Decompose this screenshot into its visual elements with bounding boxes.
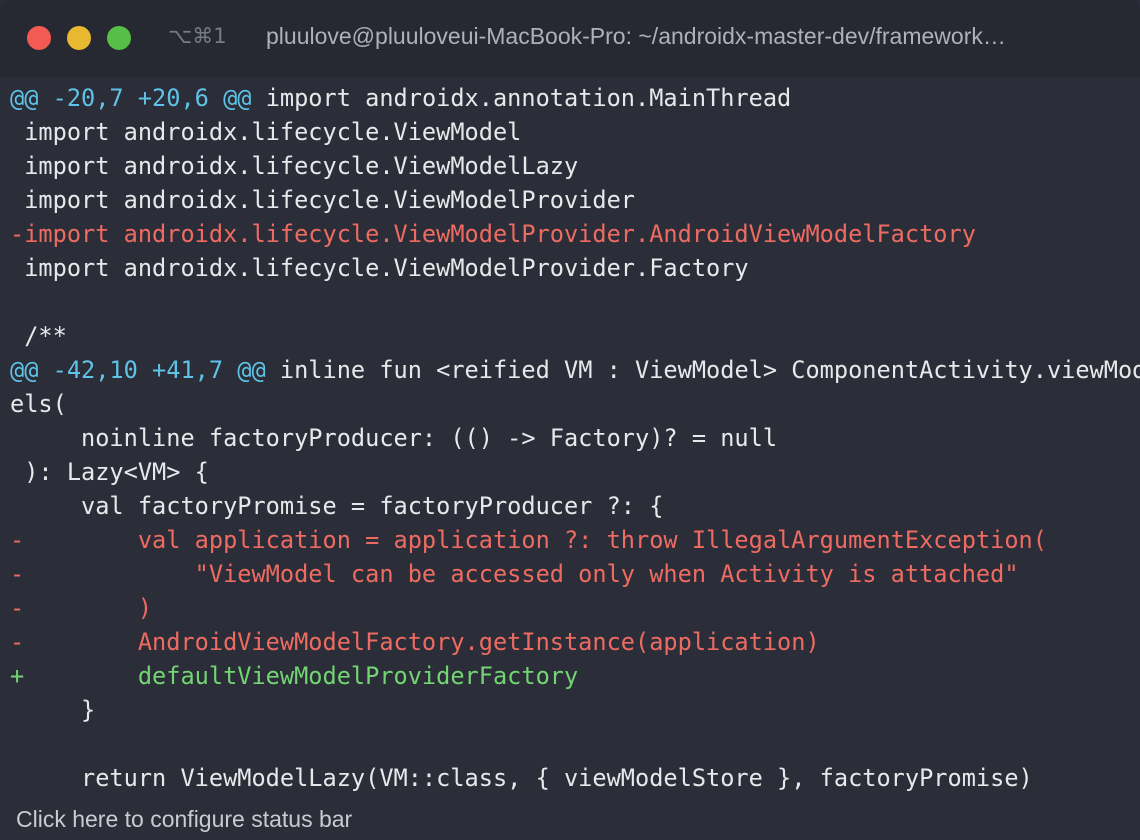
diff-line-context: val factoryPromise = factoryProducer ?: …	[0, 489, 1140, 523]
diff-hunk-header: @@ -20,7 +20,6 @@ import androidx.annota…	[0, 81, 1140, 115]
diff-line-context: ): Lazy<VM> {	[0, 455, 1140, 489]
diff-line-removed: -import androidx.lifecycle.ViewModelProv…	[0, 217, 1140, 251]
diff-line-context	[0, 727, 1140, 761]
diff-line-context: import androidx.lifecycle.ViewModelProvi…	[0, 183, 1140, 217]
diff-line-removed: - val application = application ?: throw…	[0, 523, 1140, 557]
diff-line-text: /**	[10, 322, 67, 350]
diff-line-text: - "ViewModel can be accessed only when A…	[10, 560, 1019, 588]
diff-line-context: /**	[0, 319, 1140, 353]
terminal-window: ⌥⌘1 pluulove@pluuloveui-MacBook-Pro: ~/a…	[0, 0, 1140, 840]
diff-line-removed: - "ViewModel can be accessed only when A…	[0, 557, 1140, 591]
diff-line-context: return ViewModelLazy(VM::class, { viewMo…	[0, 761, 1140, 795]
diff-line-context: import androidx.lifecycle.ViewModelProvi…	[0, 251, 1140, 285]
diff-line-removed: - AndroidViewModelFactory.getInstance(ap…	[0, 625, 1140, 659]
terminal-output[interactable]: @@ -20,7 +20,6 @@ import androidx.annota…	[0, 81, 1140, 801]
diff-line-context	[0, 285, 1140, 319]
diff-line-text: - val application = application ?: throw…	[10, 526, 1047, 554]
diff-line-text: - )	[10, 594, 153, 622]
diff-line-text: + defaultViewModelProviderFactory	[10, 662, 579, 690]
diff-line-text: -import androidx.lifecycle.ViewModelProv…	[10, 220, 976, 248]
maximize-button[interactable]	[107, 26, 131, 50]
diff-hunk-header: @@ -42,10 +41,7 @@ inline fun <reified V…	[0, 353, 1140, 387]
diff-line-text: noinline factoryProducer: (() -> Factory…	[10, 424, 778, 452]
hunk-context: inline fun <reified VM : ViewModel> Comp…	[265, 356, 1140, 384]
diff-line-context: import androidx.lifecycle.ViewModel	[0, 115, 1140, 149]
status-bar-configure-link[interactable]: Click here to configure status bar	[16, 806, 352, 833]
window-title: pluulove@pluuloveui-MacBook-Pro: ~/andro…	[266, 23, 1006, 49]
hunk-range: @@ -20,7 +20,6 @@	[10, 84, 252, 112]
window-shortcut-label: ⌥⌘1	[168, 24, 227, 48]
diff-line-removed: - )	[0, 591, 1140, 625]
diff-line-text: import androidx.lifecycle.ViewModelLazy	[10, 152, 579, 180]
diff-line-text: - AndroidViewModelFactory.getInstance(ap…	[10, 628, 820, 656]
title-bar[interactable]: ⌥⌘1 pluulove@pluuloveui-MacBook-Pro: ~/a…	[0, 0, 1140, 77]
diff-line-context: noinline factoryProducer: (() -> Factory…	[0, 421, 1140, 455]
hunk-range: @@ -42,10 +41,7 @@	[10, 356, 266, 384]
diff-line-context: }	[0, 693, 1140, 727]
diff-line-context: import androidx.lifecycle.ViewModelLazy	[0, 149, 1140, 183]
diff-line-added: + defaultViewModelProviderFactory	[0, 659, 1140, 693]
diff-line-context: els(	[0, 387, 1140, 421]
diff-line-text: els(	[10, 390, 67, 418]
diff-line-text: }	[10, 696, 96, 724]
diff-line-text: return ViewModelLazy(VM::class, { viewMo…	[10, 764, 1033, 792]
hunk-context: import androidx.annotation.MainThread	[251, 84, 792, 112]
diff-line-text: import androidx.lifecycle.ViewModel	[10, 118, 522, 146]
diff-line-text: import androidx.lifecycle.ViewModelProvi…	[10, 254, 749, 282]
diff-line-text: ): Lazy<VM> {	[10, 458, 209, 486]
diff-line-text: val factoryPromise = factoryProducer ?: …	[10, 492, 664, 520]
close-button[interactable]	[27, 26, 51, 50]
status-bar[interactable]: Click here to configure status bar	[0, 800, 1140, 840]
minimize-button[interactable]	[67, 26, 91, 50]
diff-line-text: import androidx.lifecycle.ViewModelProvi…	[10, 186, 636, 214]
